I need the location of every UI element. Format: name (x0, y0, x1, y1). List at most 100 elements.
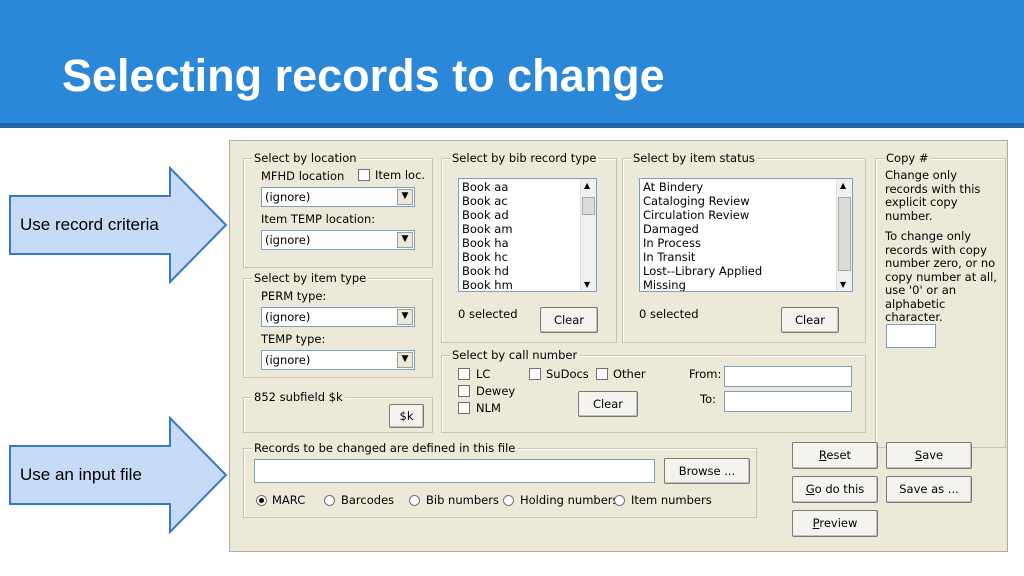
barcodes-radio[interactable] (324, 495, 335, 506)
preview-button[interactable]: Preview (792, 510, 878, 537)
item-numbers-label: Item numbers (631, 493, 712, 507)
item-status-legend: Select by item status (631, 151, 757, 165)
subfield-k-legend: 852 subfield $k (252, 390, 345, 404)
bib-numbers-radio[interactable] (409, 495, 420, 506)
callout-label-criteria: Use record criteria (20, 215, 159, 234)
scroll-down-icon[interactable]: ▼ (840, 280, 846, 289)
item-temp-location-label: Item TEMP location: (261, 212, 376, 226)
copy-note-zero: To change only records with copy number … (885, 229, 997, 324)
call-number-from-input[interactable] (724, 366, 852, 387)
call-number-to-input[interactable] (724, 391, 852, 412)
item-loc-checkbox[interactable] (358, 169, 370, 181)
list-item[interactable]: In Transit (643, 250, 762, 264)
bib-type-group: Select by bib record type Book aa Book a… (441, 151, 617, 343)
list-item[interactable]: Cataloging Review (643, 194, 762, 208)
list-item[interactable]: In Process (643, 236, 762, 250)
list-item[interactable]: At Bindery (643, 180, 762, 194)
subfield-k-group: 852 subfield $k $k (243, 390, 433, 433)
callout-label-input-file: Use an input file (20, 465, 142, 484)
nlm-checkbox[interactable] (458, 402, 470, 414)
browse-button[interactable]: Browse ... (664, 458, 750, 484)
item-status-clear-button[interactable]: Clear (781, 307, 839, 333)
list-item[interactable]: Damaged (643, 222, 762, 236)
list-item[interactable]: Book ac (462, 194, 513, 208)
list-item[interactable]: Book hd (462, 264, 513, 278)
item-numbers-radio[interactable] (614, 495, 625, 506)
perm-type-label: PERM type: (261, 289, 327, 303)
chevron-down-icon: ▼ (397, 352, 413, 368)
item-type-legend: Select by item type (252, 271, 369, 285)
perm-type-dropdown[interactable]: (ignore) ▼ (261, 307, 415, 327)
dewey-checkbox[interactable] (458, 385, 470, 397)
location-legend: Select by location (252, 151, 359, 165)
mfhd-location-dropdown[interactable]: (ignore) ▼ (261, 187, 415, 207)
item-status-selected-count: 0 selected (639, 307, 699, 321)
chevron-down-icon: ▼ (397, 232, 413, 248)
chevron-down-icon: ▼ (397, 189, 413, 205)
save-as-button[interactable]: Save as ... (886, 476, 972, 503)
bib-type-selected-count: 0 selected (458, 307, 518, 321)
input-file-group: Records to be changed are defined in thi… (243, 441, 757, 518)
go-do-this-button[interactable]: Go do this (792, 476, 878, 503)
scroll-thumb[interactable] (838, 197, 851, 271)
list-item[interactable]: Book aa (462, 180, 513, 194)
bib-type-list[interactable]: Book aa Book ac Book ad Book am Book ha … (458, 178, 597, 292)
list-item[interactable]: Missing (643, 278, 762, 291)
sudocs-label: SuDocs (546, 367, 589, 381)
item-loc-label: Item loc. (375, 168, 426, 182)
holding-numbers-radio[interactable] (503, 495, 514, 506)
call-number-legend: Select by call number (450, 348, 580, 362)
mfhd-location-label: MFHD location (261, 169, 345, 183)
marc-radio[interactable] (256, 495, 267, 506)
scroll-up-icon[interactable]: ▲ (840, 181, 846, 190)
list-item[interactable]: Circulation Review (643, 208, 762, 222)
sudocs-checkbox[interactable] (529, 368, 541, 380)
copy-number-input[interactable] (886, 324, 936, 348)
to-label: To: (700, 392, 716, 406)
item-temp-location-dropdown[interactable]: (ignore) ▼ (261, 230, 415, 250)
list-item[interactable]: Lost--Library Applied (643, 264, 762, 278)
change-records-dialog: Select by location MFHD location Item lo… (229, 140, 1008, 552)
scroll-thumb[interactable] (582, 197, 595, 215)
item-status-scrollbar[interactable]: ▲ ▼ (836, 179, 852, 291)
bib-type-clear-button[interactable]: Clear (540, 307, 598, 333)
scroll-down-icon[interactable]: ▼ (584, 280, 590, 289)
lc-checkbox[interactable] (458, 368, 470, 380)
other-checkbox[interactable] (596, 368, 608, 380)
list-item[interactable]: Book am (462, 222, 513, 236)
call-number-clear-button[interactable]: Clear (578, 391, 638, 417)
scroll-up-icon[interactable]: ▲ (584, 181, 590, 190)
bib-type-scrollbar[interactable]: ▲ ▼ (580, 179, 596, 291)
list-item[interactable]: Book hm (462, 278, 513, 291)
barcodes-label: Barcodes (341, 493, 395, 507)
copy-number-legend: Copy # (884, 151, 931, 165)
save-button[interactable]: Save (886, 442, 972, 469)
copy-number-group: Copy # Change only records with this exp… (875, 151, 1006, 448)
nlm-label: NLM (476, 401, 501, 415)
item-status-group: Select by item status At Bindery Catalog… (622, 151, 866, 343)
from-label: From: (689, 367, 722, 381)
list-item[interactable]: Book ad (462, 208, 513, 222)
lc-label: LC (476, 367, 491, 381)
temp-type-label: TEMP type: (261, 332, 326, 346)
temp-type-dropdown[interactable]: (ignore) ▼ (261, 350, 415, 370)
copy-note-explicit: Change only records with this explicit c… (885, 168, 981, 223)
subfield-k-button[interactable]: $k (389, 404, 424, 428)
list-item[interactable]: Book ha (462, 236, 513, 250)
input-file-legend: Records to be changed are defined in thi… (252, 441, 518, 455)
header-divider (0, 123, 1024, 128)
holding-numbers-label: Holding numbers (520, 493, 619, 507)
input-file-path[interactable] (254, 459, 655, 483)
list-item[interactable]: Book hc (462, 250, 513, 264)
item-status-list[interactable]: At Bindery Cataloging Review Circulation… (639, 178, 853, 292)
bib-type-legend: Select by bib record type (450, 151, 599, 165)
marc-label: MARC (272, 493, 306, 507)
reset-button[interactable]: Reset (792, 442, 878, 469)
other-label: Other (613, 367, 646, 381)
location-group: Select by location MFHD location Item lo… (243, 151, 433, 268)
slide-title: Selecting records to change (62, 50, 665, 101)
call-number-group: Select by call number LC SuDocs Other De… (441, 348, 866, 433)
chevron-down-icon: ▼ (397, 309, 413, 325)
dewey-label: Dewey (476, 384, 516, 398)
bib-numbers-label: Bib numbers (426, 493, 499, 507)
